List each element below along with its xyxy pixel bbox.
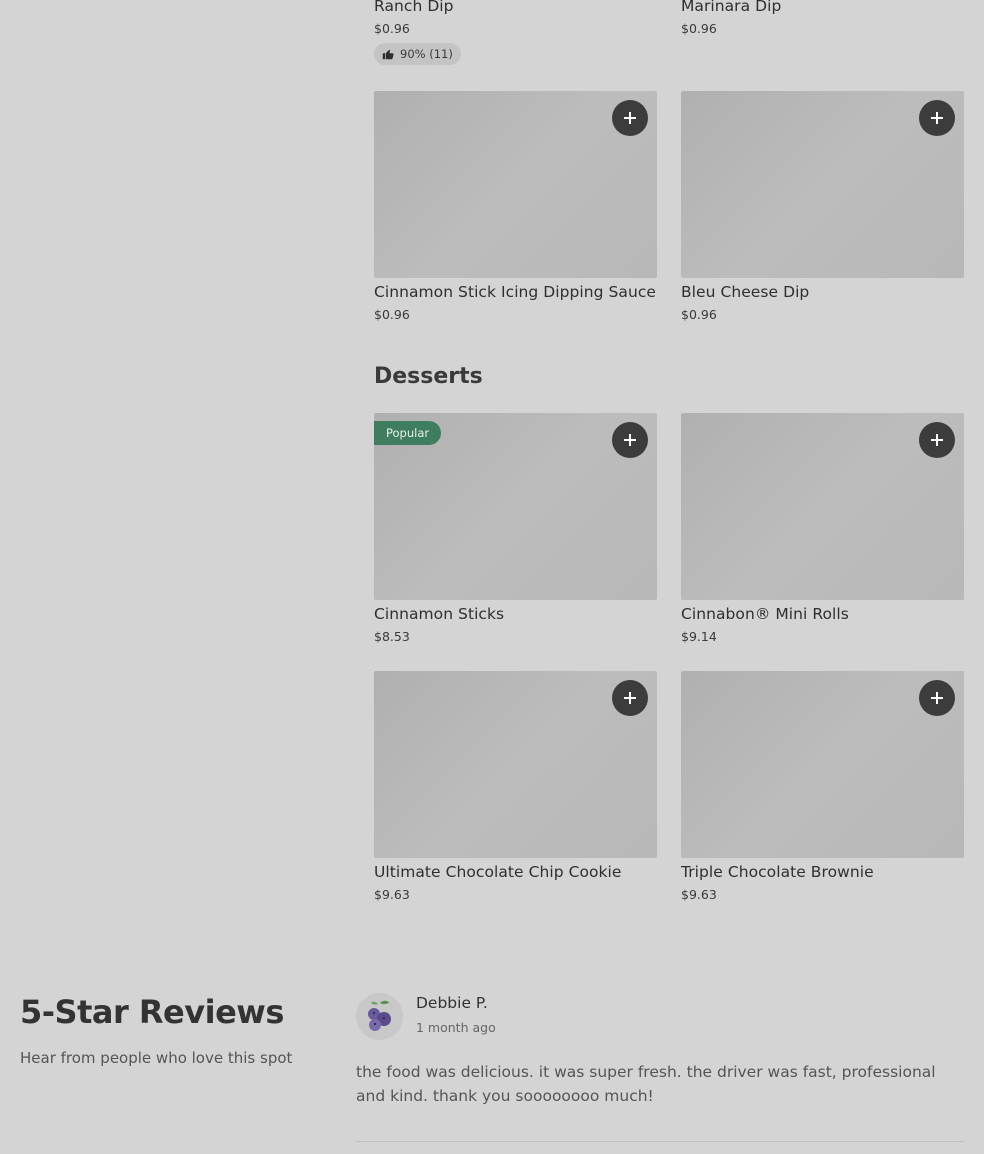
item-name: Ultimate Chocolate Chip Cookie xyxy=(374,863,622,881)
item-price: $0.96 xyxy=(681,307,717,322)
plus-icon xyxy=(624,692,636,704)
review-divider xyxy=(356,1141,964,1142)
item-price: $9.63 xyxy=(374,887,410,902)
item-price: $0.96 xyxy=(374,21,410,36)
add-to-cart-button[interactable] xyxy=(919,100,955,136)
item-price: $9.14 xyxy=(681,629,717,644)
item-name: Cinnamon Sticks xyxy=(374,605,505,623)
plus-icon xyxy=(931,112,943,124)
reviewer-avatar xyxy=(356,993,403,1040)
item-name: Ranch Dip xyxy=(374,0,454,15)
add-to-cart-button[interactable] xyxy=(919,422,955,458)
add-to-cart-button[interactable] xyxy=(612,100,648,136)
plus-icon xyxy=(624,112,636,124)
menu-item-triple-chocolate-brownie[interactable]: Triple Chocolate Brownie $9.63 xyxy=(681,671,964,911)
thumbs-up-icon xyxy=(382,49,394,60)
item-name: Marinara Dip xyxy=(681,0,782,15)
reviews-heading: 5-Star Reviews xyxy=(20,993,284,1031)
menu-item-cinnamon-sticks[interactable]: Popular Cinnamon Sticks $8.53 xyxy=(374,413,657,653)
menu-item-chocolate-chip-cookie[interactable]: Ultimate Chocolate Chip Cookie $9.63 xyxy=(374,671,657,911)
section-title-desserts: Desserts xyxy=(374,364,483,389)
item-name: Bleu Cheese Dip xyxy=(681,283,810,301)
review-text: the food was delicious. it was super fre… xyxy=(356,1063,936,1105)
item-price: $9.63 xyxy=(681,887,717,902)
add-to-cart-button[interactable] xyxy=(612,680,648,716)
add-to-cart-button[interactable] xyxy=(612,422,648,458)
rating-text: 90% (11) xyxy=(400,47,453,61)
rating-badge: 90% (11) xyxy=(374,43,461,65)
add-to-cart-button[interactable] xyxy=(919,680,955,716)
store-menu-page: Ranch Dip $0.96 90% (11) Marinara Dip $0… xyxy=(0,0,984,1154)
item-price: $0.96 xyxy=(374,307,410,322)
popular-badge: Popular xyxy=(374,421,442,445)
reviews-subheading: Hear from people who love this spot xyxy=(20,1049,293,1067)
item-price: $8.53 xyxy=(374,629,410,644)
plus-icon xyxy=(931,692,943,704)
plus-icon xyxy=(624,434,636,446)
review-timestamp: 1 month ago xyxy=(416,1020,496,1035)
menu-item-cinnabon-mini-rolls[interactable]: Cinnabon® Mini Rolls $9.14 xyxy=(681,413,964,653)
menu-item-bleu-cheese-dip[interactable]: Bleu Cheese Dip $0.96 xyxy=(681,91,964,331)
menu-item-cinnamon-icing-sauce[interactable]: Cinnamon Stick Icing Dipping Sauce $0.96 xyxy=(374,91,657,331)
reviewer-name: Debbie P. xyxy=(416,994,488,1012)
item-name: Triple Chocolate Brownie xyxy=(681,863,874,881)
item-name: Cinnamon Stick Icing Dipping Sauce xyxy=(374,283,656,301)
plus-icon xyxy=(931,434,943,446)
item-name: Cinnabon® Mini Rolls xyxy=(681,605,849,623)
item-price: $0.96 xyxy=(681,21,717,36)
blueberry-avatar-icon xyxy=(368,1000,391,1031)
